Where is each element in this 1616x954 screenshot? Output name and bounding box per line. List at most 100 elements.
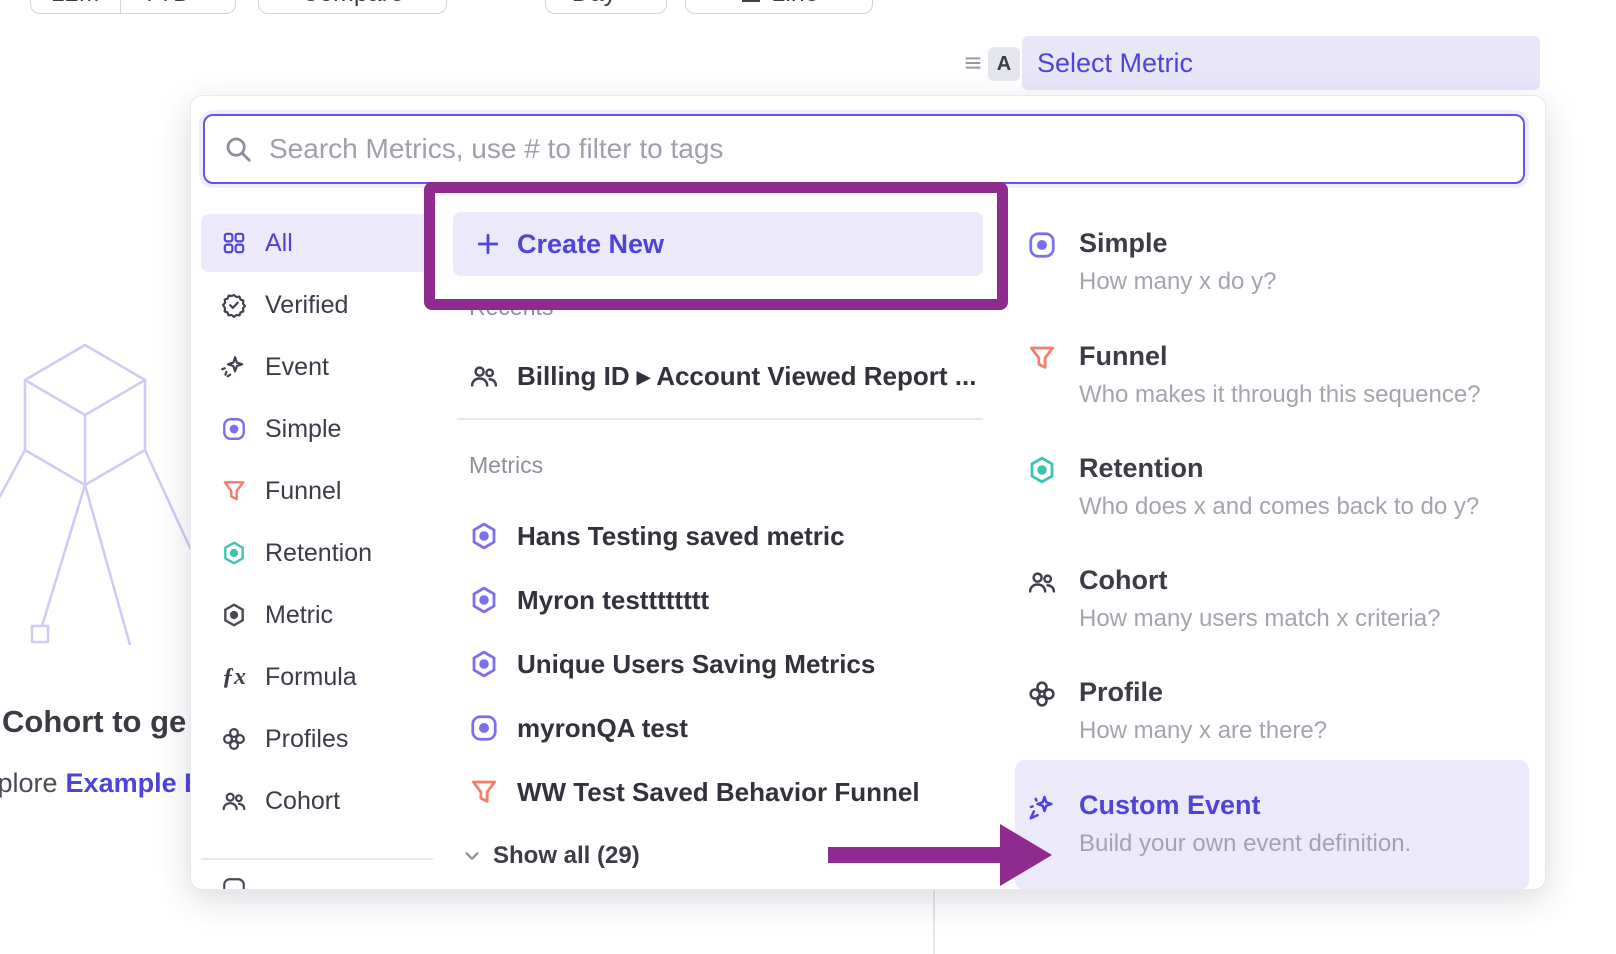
sidebar-item-funnel[interactable]: Funnel bbox=[201, 462, 433, 520]
example-board-link[interactable]: Example B bbox=[66, 768, 204, 798]
funnel-icon bbox=[469, 777, 499, 807]
range-ytd-button[interactable]: YTD bbox=[121, 0, 235, 13]
show-all-button[interactable]: Show all (29) bbox=[461, 838, 640, 874]
type-item-retention[interactable]: Retention Who does x and comes back to d… bbox=[1027, 453, 1513, 521]
sidebar-label: All bbox=[265, 229, 293, 258]
profiles-flower-icon bbox=[221, 726, 247, 752]
saved-metric-label: Myron testttttttt bbox=[517, 585, 709, 616]
sidebar-item-profiles[interactable]: Profiles bbox=[201, 710, 433, 768]
granularity-button[interactable]: Day bbox=[545, 0, 667, 14]
compare-button[interactable]: Compare bbox=[258, 0, 447, 14]
saved-metric-label: WW Test Saved Behavior Funnel bbox=[517, 777, 920, 808]
type-description: How many users match x criteria? bbox=[1079, 605, 1440, 633]
subline-text: xplore bbox=[0, 768, 58, 798]
sidebar-label: Profiles bbox=[265, 725, 348, 754]
saved-metric-label: Hans Testing saved metric bbox=[517, 521, 845, 552]
range-12m-label: 12M bbox=[51, 0, 100, 8]
sidebar-label: Retention bbox=[265, 539, 372, 568]
type-name: Retention bbox=[1079, 453, 1479, 484]
retention-icon bbox=[1027, 455, 1057, 485]
recent-item[interactable]: Billing ID ▸ Account Viewed Report ... bbox=[469, 354, 976, 398]
cohort-people-icon bbox=[1027, 567, 1057, 597]
chevron-down-icon bbox=[624, 0, 640, 5]
search-input[interactable] bbox=[269, 133, 1505, 165]
type-description: Build your own event definition. bbox=[1079, 830, 1411, 858]
saved-metric-item[interactable]: Unique Users Saving Metrics bbox=[469, 642, 875, 686]
saved-metric-item[interactable]: WW Test Saved Behavior Funnel bbox=[469, 770, 920, 814]
wireframe-illustration bbox=[0, 330, 200, 660]
select-metric-label: Select Metric bbox=[1037, 48, 1193, 79]
sidebar-item-formula[interactable]: ƒx Formula bbox=[201, 648, 433, 706]
cohort-people-icon bbox=[469, 361, 499, 391]
divider bbox=[457, 418, 983, 420]
type-description: Who does x and comes back to do y? bbox=[1079, 493, 1479, 521]
formula-icon: ƒx bbox=[221, 664, 247, 690]
search-bar bbox=[203, 114, 1525, 184]
sidebar-label: Cohort bbox=[265, 787, 340, 816]
metric-hexagon-icon bbox=[221, 602, 247, 628]
sidebar-label: Metric bbox=[265, 601, 333, 630]
chart-type-button[interactable]: Line bbox=[685, 0, 873, 14]
sidebar-label: Verified bbox=[265, 291, 348, 320]
verified-badge-icon bbox=[221, 292, 247, 318]
saved-metric-item[interactable]: myronQA test bbox=[469, 706, 688, 750]
range-12m-button[interactable]: 12M bbox=[31, 0, 120, 13]
sidebar-label: Event bbox=[265, 353, 329, 382]
grid-icon bbox=[221, 230, 247, 256]
funnel-icon bbox=[221, 478, 247, 504]
type-description: Who makes it through this sequence? bbox=[1079, 381, 1481, 409]
series-badge: A bbox=[988, 47, 1020, 81]
sidebar-item-cohort[interactable]: Cohort bbox=[201, 772, 433, 830]
sidebar-item-all[interactable]: All bbox=[201, 214, 433, 272]
annotation-arrow bbox=[828, 818, 1053, 892]
compare-label: Compare bbox=[301, 0, 404, 8]
saved-metric-item[interactable]: Myron testttttttt bbox=[469, 578, 709, 622]
show-all-label: Show all (29) bbox=[493, 842, 640, 870]
background-subline: xplore Example B bbox=[0, 768, 204, 799]
cohort-people-icon bbox=[221, 788, 247, 814]
search-icon bbox=[223, 134, 253, 164]
sidebar-item-event[interactable]: Event bbox=[201, 338, 433, 396]
saved-metric-label: Unique Users Saving Metrics bbox=[517, 649, 875, 680]
drag-handle-icon[interactable] bbox=[962, 51, 984, 75]
simple-metric-icon bbox=[1027, 230, 1057, 260]
sidebar-item-retention[interactable]: Retention bbox=[201, 524, 433, 582]
app-canvas: Cohort to ge xplore Example B 12M YTD Com… bbox=[0, 0, 1616, 954]
metric-hexagon-icon bbox=[469, 585, 499, 615]
range-ytd-label: YTD bbox=[141, 0, 191, 8]
saved-metric-item[interactable]: Hans Testing saved metric bbox=[469, 514, 845, 558]
type-item-profile[interactable]: Profile How many x are there? bbox=[1027, 677, 1513, 745]
sidebar-item-verified[interactable]: Verified bbox=[201, 276, 433, 334]
type-item-cohort[interactable]: Cohort How many users match x criteria? bbox=[1027, 565, 1513, 633]
type-name: Profile bbox=[1079, 677, 1327, 708]
sidebar-label: Simple bbox=[265, 415, 341, 444]
type-item-funnel[interactable]: Funnel Who makes it through this sequenc… bbox=[1027, 341, 1513, 409]
saved-metric-label: myronQA test bbox=[517, 713, 688, 744]
date-range-group: 12M YTD bbox=[30, 0, 236, 14]
retention-icon bbox=[221, 540, 247, 566]
sidebar-label: Formula bbox=[265, 663, 357, 692]
simple-metric-icon bbox=[469, 713, 499, 743]
sidebar-item-simple[interactable]: Simple bbox=[201, 400, 433, 458]
type-name: Funnel bbox=[1079, 341, 1481, 372]
chevron-down-icon bbox=[461, 845, 483, 867]
simple-metric-icon bbox=[221, 416, 247, 442]
chart-type-label: Line bbox=[771, 0, 818, 8]
sidebar-label: Funnel bbox=[265, 477, 341, 506]
type-description: How many x do y? bbox=[1079, 268, 1276, 296]
metrics-header: Metrics bbox=[469, 452, 543, 479]
annotation-box bbox=[424, 182, 1008, 310]
chevron-down-icon bbox=[199, 0, 215, 5]
divider bbox=[201, 858, 433, 860]
sidebar-item-metric[interactable]: Metric bbox=[201, 586, 433, 644]
background-headline: Cohort to ge bbox=[2, 704, 186, 740]
type-item-simple[interactable]: Simple How many x do y? bbox=[1027, 228, 1513, 296]
metric-hexagon-icon bbox=[469, 649, 499, 679]
select-metric-field[interactable]: Select Metric bbox=[1022, 36, 1540, 90]
panel-divider bbox=[933, 888, 935, 954]
type-name: Simple bbox=[1079, 228, 1276, 259]
clipped-sidebar-icon bbox=[221, 876, 247, 890]
funnel-icon bbox=[1027, 343, 1057, 373]
type-item-custom-event[interactable]: Custom Event Build your own event defini… bbox=[1027, 790, 1513, 858]
event-spark-icon bbox=[221, 354, 247, 380]
